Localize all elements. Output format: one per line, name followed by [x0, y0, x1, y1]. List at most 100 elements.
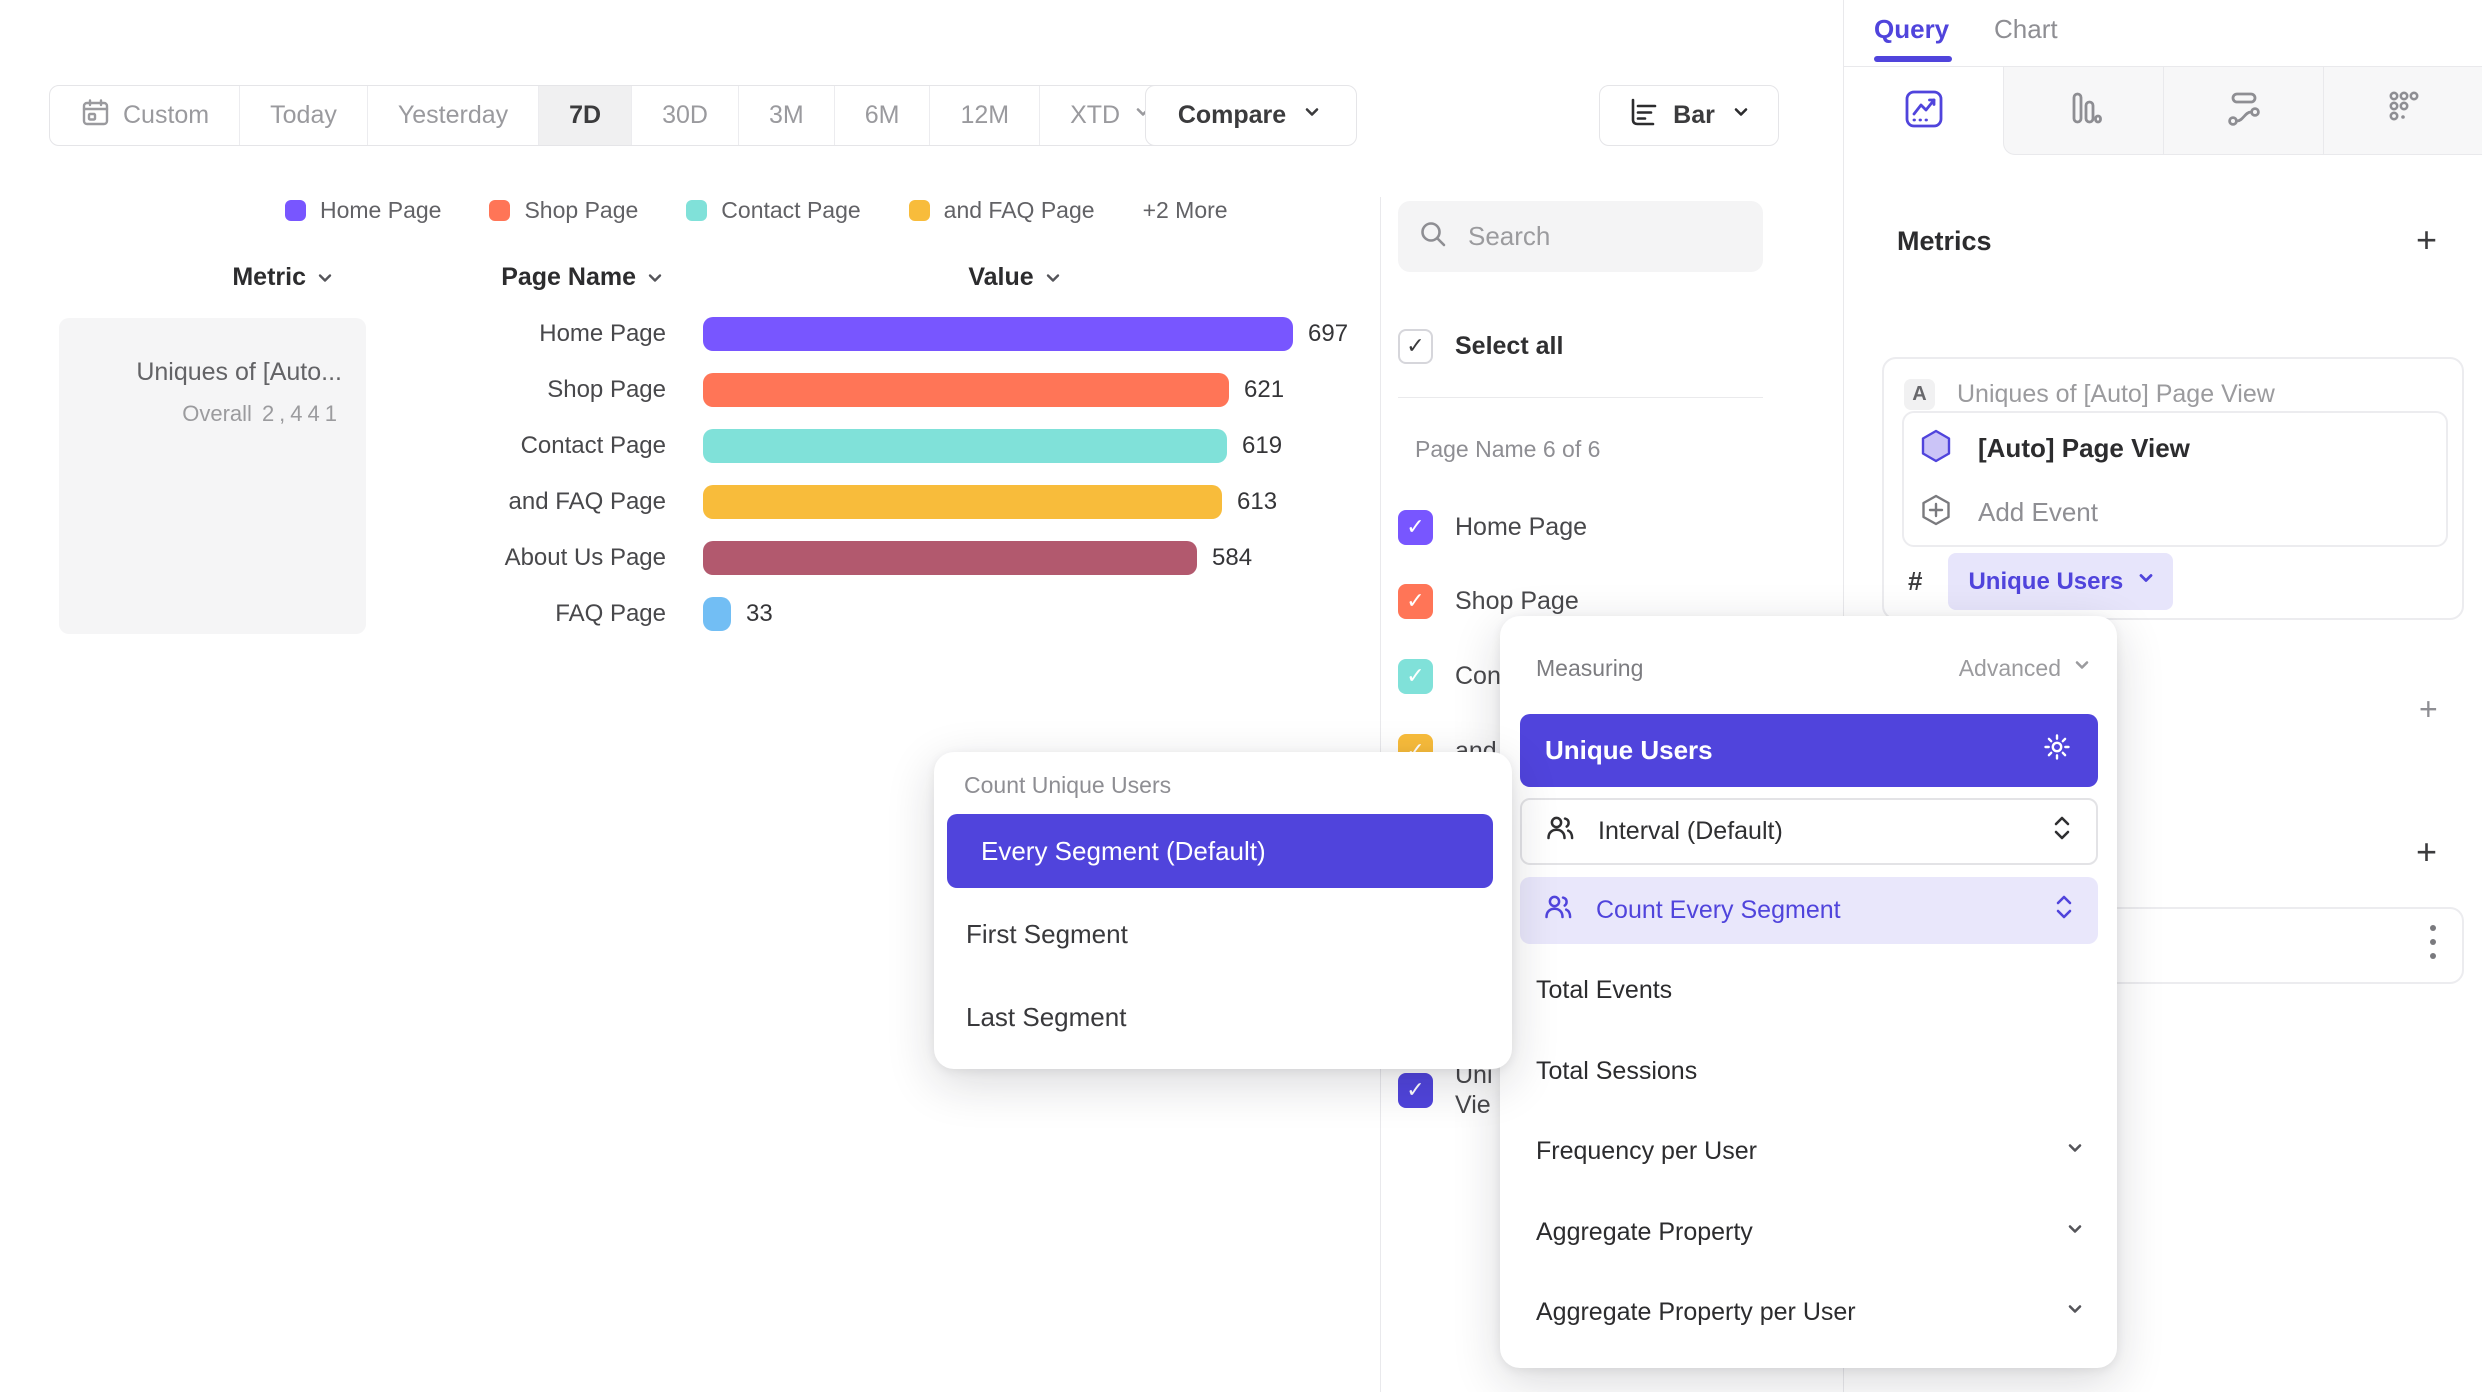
flows-icon: [2222, 86, 2266, 135]
measuring-popup: Measuring Advanced Unique Users: [1500, 616, 2117, 1368]
bar-contact-page[interactable]: [703, 429, 1227, 463]
event-card: [Auto] Page View Add Event: [1902, 411, 2448, 547]
checkbox-checked[interactable]: ✓: [1398, 1073, 1433, 1108]
select-all-row[interactable]: ✓ Select all: [1398, 318, 1563, 374]
count-every-segment-selector[interactable]: Count Every Segment: [1520, 877, 2098, 944]
legend-item[interactable]: Shop Page: [489, 197, 638, 224]
option-total-sessions[interactable]: Total Sessions: [1536, 1057, 2087, 1086]
date-range-12m[interactable]: 12M: [929, 86, 1039, 145]
add-event-row[interactable]: Add Event: [1918, 489, 2098, 535]
add-metric-button[interactable]: +: [2416, 222, 2437, 258]
tab-flows[interactable]: [2163, 67, 2323, 155]
chevron-down-icon: [314, 267, 336, 296]
bar-chart-icon: [1625, 95, 1659, 136]
checkbox-checked[interactable]: ✓: [1398, 659, 1433, 694]
date-range-3m[interactable]: 3M: [738, 86, 834, 145]
measuring-title: Measuring: [1536, 655, 1643, 682]
insights-line-chart-icon: [1902, 87, 1946, 136]
table-row: 621: [703, 362, 1284, 418]
legend-swatch: [285, 200, 306, 221]
interval-selector[interactable]: Interval (Default): [1520, 798, 2098, 865]
stepper-icon[interactable]: [2052, 893, 2076, 928]
select-all-checkbox[interactable]: ✓: [1398, 329, 1433, 364]
filter-item-home-page[interactable]: ✓ Home Page: [1398, 499, 1587, 555]
legend-swatch: [489, 200, 510, 221]
date-range-today[interactable]: Today: [239, 86, 367, 145]
add-breakdown-button[interactable]: +: [2416, 834, 2437, 870]
tab-query[interactable]: Query: [1874, 14, 1949, 45]
legend-more-link[interactable]: +2 More: [1143, 197, 1228, 224]
table-row: 584: [703, 530, 1252, 586]
tab-funnels[interactable]: [2003, 67, 2163, 155]
checkbox-checked[interactable]: ✓: [1398, 510, 1433, 545]
event-row[interactable]: [Auto] Page View: [1918, 425, 2190, 471]
tab-chart[interactable]: Chart: [1994, 14, 2058, 45]
bar-value: 697: [1308, 320, 1348, 348]
tab-retention[interactable]: [2323, 67, 2482, 155]
chart-type-button[interactable]: Bar: [1599, 85, 1779, 146]
panel-tab-bar: Query Chart: [1844, 0, 2482, 67]
bar-shop-page[interactable]: [703, 373, 1229, 407]
column-header-page-name[interactable]: Page Name: [366, 263, 666, 296]
option-last-segment[interactable]: Last Segment: [966, 1002, 1126, 1033]
add-filter-button[interactable]: +: [2419, 693, 2438, 725]
popup-title: Count Unique Users: [964, 772, 1171, 799]
table-row: 613: [703, 474, 1277, 530]
people-icon: [1544, 812, 1576, 851]
bar-about-us-page[interactable]: [703, 541, 1197, 575]
option-first-segment[interactable]: First Segment: [966, 919, 1128, 950]
event-hexagon-icon: [1918, 428, 1954, 469]
funnels-bars-icon: [2062, 86, 2106, 135]
metrics-section-title: Metrics: [1897, 226, 1992, 257]
tab-insights-selected[interactable]: [1844, 67, 2003, 155]
gear-icon[interactable]: [2041, 731, 2073, 770]
legend-swatch: [686, 200, 707, 221]
compare-button[interactable]: Compare: [1145, 85, 1357, 146]
date-range-yesterday[interactable]: Yesterday: [367, 86, 538, 145]
legend-item[interactable]: and FAQ Page: [909, 197, 1095, 224]
divider: [1398, 397, 1763, 398]
series-badge: A: [1904, 379, 1935, 410]
bar-and-faq-page[interactable]: [703, 485, 1222, 519]
date-range-custom[interactable]: Custom: [50, 86, 239, 145]
measure-chip-row: # Unique Users: [1908, 553, 2173, 610]
bar-value: 619: [1242, 432, 1282, 460]
calendar-icon: [80, 97, 111, 135]
mixpanel-insights-report: Custom Today Yesterday 7D 30D 3M 6M 12M …: [0, 0, 2482, 1392]
row-label: FAQ Page: [366, 600, 666, 628]
kebab-menu-icon[interactable]: [2430, 925, 2436, 959]
option-frequency-per-user[interactable]: Frequency per User: [1536, 1136, 2087, 1167]
filter-item-partially-hidden[interactable]: ✓ Uni Vie: [1398, 1062, 1493, 1118]
date-range-7d[interactable]: 7D: [538, 86, 631, 145]
table-row: 697: [703, 306, 1348, 362]
bar-home-page[interactable]: [703, 317, 1293, 351]
option-every-segment-selected[interactable]: Every Segment (Default): [947, 814, 1493, 888]
measure-chip[interactable]: Unique Users: [1948, 553, 2173, 610]
chevron-down-icon: [2071, 654, 2093, 682]
legend-item[interactable]: Home Page: [285, 197, 441, 224]
row-label: About Us Page: [366, 544, 666, 572]
bar-faq-page[interactable]: [703, 597, 731, 631]
measuring-header: Measuring Advanced: [1536, 654, 2093, 682]
date-range-30d[interactable]: 30D: [631, 86, 738, 145]
table-row: 619: [703, 418, 1282, 474]
option-total-events[interactable]: Total Events: [1536, 976, 2087, 1005]
column-header-value[interactable]: Value: [703, 263, 1329, 296]
option-aggregate-property[interactable]: Aggregate Property: [1536, 1217, 2087, 1248]
chevron-down-icon: [2135, 567, 2157, 596]
active-tab-underline: [1874, 56, 1952, 62]
legend-swatch: [909, 200, 930, 221]
row-label: Shop Page: [366, 376, 666, 404]
date-range-6m[interactable]: 6M: [834, 86, 930, 145]
option-unique-users-selected[interactable]: Unique Users: [1520, 714, 2098, 787]
search-input[interactable]: [1468, 221, 1718, 252]
checkbox-checked[interactable]: ✓: [1398, 584, 1433, 619]
metric-label: Uniques of [Auto] Page View: [1957, 380, 2275, 409]
chevron-down-icon: [2063, 1217, 2087, 1248]
stepper-icon[interactable]: [2050, 814, 2074, 849]
advanced-dropdown[interactable]: Advanced: [1959, 654, 2093, 682]
option-aggregate-property-per-user[interactable]: Aggregate Property per User: [1536, 1297, 2087, 1328]
metric-summary-cell[interactable]: Uniques of [Auto... Overall2,441: [59, 318, 366, 634]
legend-item[interactable]: Contact Page: [686, 197, 860, 224]
column-header-metric[interactable]: Metric: [56, 263, 336, 296]
